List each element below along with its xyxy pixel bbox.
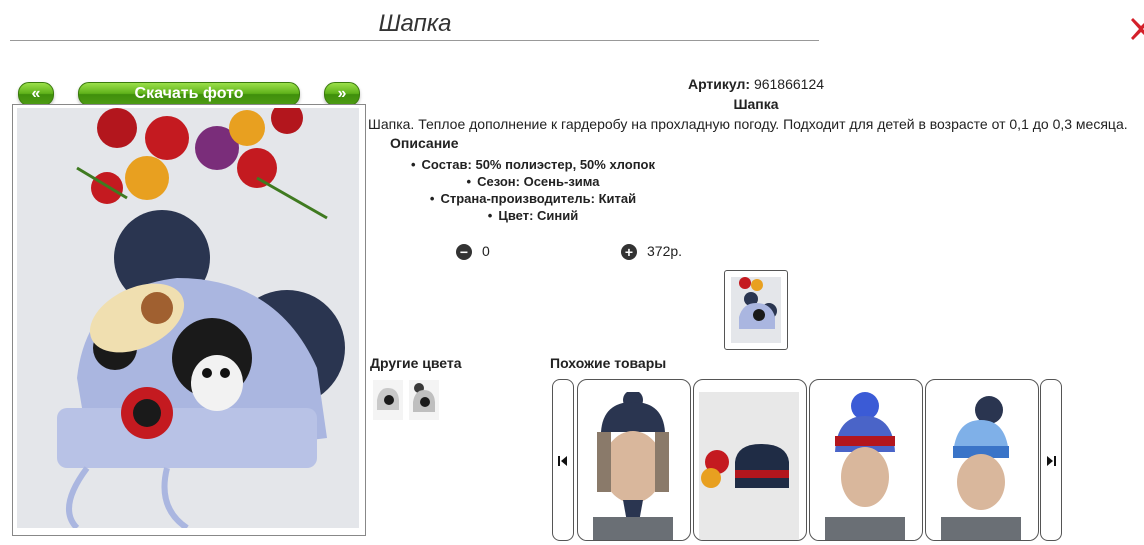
spec-item: • Цвет: Синий <box>487 208 579 223</box>
article-value: 961866124 <box>753 76 825 92</box>
similar-product-card[interactable] <box>577 379 691 541</box>
spec-item: • Состав: 50% полиэстер, 50% хлопок <box>410 157 656 172</box>
price-value: 372р. <box>647 243 683 259</box>
download-photo-button[interactable]: Скачать фото <box>78 82 300 106</box>
product-description: Шапка. Теплое дополнение к гардеробу на … <box>368 116 1128 132</box>
spec-item: • Страна-производитель: Китай <box>429 191 637 206</box>
similar-next-button[interactable] <box>1040 379 1062 541</box>
similar-products-heading: Похожие товары <box>550 355 667 371</box>
spec-list: • Состав: 50% полиэстер, 50% хлопок • Сезо… <box>368 157 698 225</box>
similar-product-card[interactable] <box>809 379 923 541</box>
next-arrow-icon <box>1047 456 1056 466</box>
color-swatch[interactable] <box>373 380 403 420</box>
prev-photo-button[interactable]: « <box>18 82 54 106</box>
similar-product-card[interactable] <box>693 379 807 541</box>
thumbnail-image <box>731 277 781 343</box>
similar-product-card[interactable] <box>925 379 1039 541</box>
description-heading: Описание <box>390 135 459 151</box>
prev-arrow-icon <box>558 456 567 466</box>
main-product-photo[interactable] <box>17 108 359 528</box>
plus-icon[interactable]: + <box>621 244 637 260</box>
page-title: Шапка <box>378 10 452 37</box>
spec-item: • Сезон: Осень-зима <box>466 174 600 189</box>
photo-thumbnail[interactable] <box>724 270 788 350</box>
other-colors-heading: Другие цвета <box>370 355 462 371</box>
title-divider <box>10 40 819 41</box>
color-swatch[interactable] <box>409 380 439 420</box>
article-label: Артикул: <box>687 76 751 92</box>
similar-prev-button[interactable] <box>552 379 574 541</box>
next-photo-button[interactable]: » <box>324 82 360 106</box>
product-name: Шапка <box>733 96 779 112</box>
article-row: Артикул: 961866124 <box>368 76 1144 92</box>
close-icon[interactable] <box>1131 14 1144 44</box>
minus-icon[interactable]: − <box>456 244 472 260</box>
quantity-value: 0 <box>482 243 490 259</box>
